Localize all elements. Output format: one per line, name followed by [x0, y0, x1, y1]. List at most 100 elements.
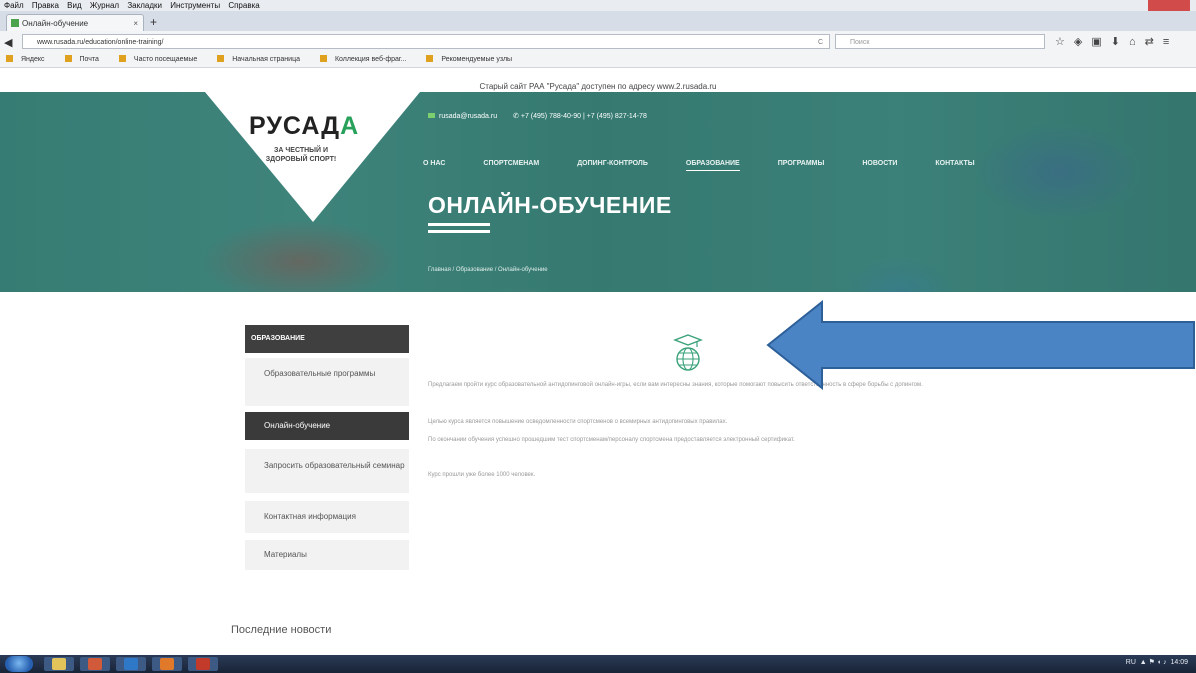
bookmarks-bar: Яндекс Почта Часто посещаемые Начальная … — [0, 53, 1196, 68]
bookmark-item[interactable]: Почта — [64, 55, 105, 63]
bookmark-icon — [319, 55, 327, 62]
bookmark-label: Начальная страница — [232, 56, 300, 63]
download-icon[interactable]: ⬇ — [1111, 36, 1129, 48]
annotation-arrow-icon — [766, 300, 1195, 390]
sidebar-item-online-training[interactable]: Онлайн-обучение — [245, 412, 409, 440]
content-paragraph: Курс прошли уже более 1000 человек. — [428, 472, 536, 478]
contact-phones: +7 (495) 788-40-90 | +7 (495) 827-14-78 — [520, 113, 647, 120]
menu-tools[interactable]: Инструменты — [170, 1, 220, 10]
bookmark-icon — [426, 55, 434, 62]
folder-icon — [52, 658, 66, 670]
bookmark-item[interactable]: Часто посещаемые — [118, 55, 203, 63]
new-tab-button[interactable]: + — [150, 15, 157, 29]
main-navigation: О НАС СПОРТСМЕНАМ ДОПИНГ-КОНТРОЛЬ ОБРАЗОВАН… — [423, 160, 1013, 171]
menu-bookmarks[interactable]: Закладки — [127, 1, 162, 10]
taskbar-firefox[interactable] — [152, 657, 182, 671]
navigation-bar: ◀ www.rusada.ru/education/online-trainin… — [0, 31, 1196, 54]
reading-list-icon[interactable]: ◈ — [1074, 36, 1091, 48]
taskbar-explorer[interactable] — [44, 657, 74, 671]
bookmark-item[interactable]: Начальная страница — [217, 55, 306, 63]
taskbar-pdf[interactable] — [188, 657, 218, 671]
pocket-icon[interactable]: ▣ — [1091, 36, 1110, 48]
tab-strip: Онлайн-обучение × + — [0, 11, 1196, 31]
sidebar-heading: ОБРАЗОВАНИЕ — [245, 325, 409, 353]
browser-menubar: Файл Правка Вид Журнал Закладки Инструме… — [0, 0, 1196, 11]
nav-education[interactable]: ОБРАЗОВАНИЕ — [685, 160, 740, 171]
logo-triangle-panel — [205, 92, 420, 222]
nav-programs[interactable]: ПРОГРАММЫ — [778, 160, 825, 167]
bookmark-icon — [118, 55, 126, 62]
star-icon[interactable]: ☆ — [1055, 36, 1074, 48]
latest-news-heading: Последние новости — [231, 624, 332, 636]
start-button[interactable] — [5, 656, 33, 672]
tab-close-icon[interactable]: × — [133, 15, 138, 32]
menu-list: Файл Правка Вид Журнал Закладки Инструме… — [4, 1, 266, 10]
nav-news[interactable]: НОВОСТИ — [862, 160, 897, 167]
nav-athletes[interactable]: СПОРТСМЕНАМ — [483, 160, 539, 167]
pdf-icon — [196, 658, 210, 670]
outlook-icon — [124, 658, 138, 670]
content-paragraph: По окончании обучения успешно прошедшим … — [428, 437, 795, 443]
contacts-bar: rusada@rusada.ru ✆ +7 (495) 788-40-90 | … — [428, 112, 647, 120]
education-sidebar: ОБРАЗОВАНИЕ Образовательные программы Он… — [245, 325, 409, 570]
tab-active[interactable]: Онлайн-обучение × — [6, 14, 144, 31]
toolbar-icons: ☆◈▣⬇⌂⇄≡ — [1055, 35, 1178, 48]
reload-icon[interactable]: C — [818, 35, 823, 50]
window-close-button[interactable] — [1148, 0, 1190, 11]
old-site-notice[interactable]: Старый сайт РАА "Русада" доступен по адр… — [0, 81, 1196, 92]
nav-doping-control[interactable]: ДОПИНГ-КОНТРОЛЬ — [577, 160, 648, 167]
menu-help[interactable]: Справка — [228, 1, 259, 10]
windows-taskbar: RU ▲ ⚑ ◖ ♪ 14:09 — [0, 655, 1196, 673]
bookmark-icon — [64, 55, 72, 62]
hamburger-menu-icon[interactable]: ≡ — [1163, 36, 1178, 48]
logo-tagline: ЗА ЧЕСТНЫЙ И ЗДОРОВЫЙ СПОРТ! — [265, 147, 337, 163]
graduation-globe-icon — [673, 334, 703, 371]
hero-banner: РУСАДА ЗА ЧЕСТНЫЙ И ЗДОРОВЫЙ СПОРТ! rusa… — [0, 92, 1196, 292]
page-title: ОНЛАЙН-ОБУЧЕНИЕ — [428, 192, 672, 218]
bookmark-icon — [6, 55, 13, 62]
phone-icon: ✆ — [513, 113, 519, 120]
title-underline-decoration — [428, 223, 490, 237]
mail-icon — [428, 113, 435, 118]
logo-text-main: РУСАД — [249, 112, 341, 140]
favicon-icon — [11, 19, 19, 27]
bookmark-label: Яндекс — [21, 56, 45, 63]
bookmark-label: Почта — [79, 56, 99, 63]
bookmark-label: Часто посещаемые — [133, 56, 198, 63]
bookmark-item[interactable]: Коллекция веб-фраг... — [319, 55, 412, 63]
language-indicator[interactable]: RU — [1126, 659, 1136, 666]
url-text: www.rusada.ru/education/online-training/ — [37, 39, 164, 46]
nav-about[interactable]: О НАС — [423, 160, 445, 167]
menu-file[interactable]: Файл — [4, 1, 24, 10]
tab-title: Онлайн-обучение — [22, 19, 89, 28]
system-tray: RU ▲ ⚑ ◖ ♪ 14:09 — [1125, 659, 1188, 666]
taskbar-outlook[interactable] — [116, 657, 146, 671]
menu-view[interactable]: Вид — [67, 1, 81, 10]
menu-history[interactable]: Журнал — [90, 1, 119, 10]
logo[interactable]: РУСАДА — [249, 112, 359, 141]
breadcrumb[interactable]: Главная / Образование / Онлайн-обучение — [428, 267, 548, 273]
sidebar-item-request-seminar[interactable]: Запросить образовательный семинар — [245, 449, 409, 493]
search-input[interactable]: Поиск — [835, 34, 1045, 49]
bookmark-label: Рекомендуемые узлы — [441, 56, 513, 63]
bookmark-label: Коллекция веб-фраг... — [334, 56, 407, 63]
firefox-icon — [160, 658, 174, 670]
nav-contacts[interactable]: КОНТАКТЫ — [935, 160, 974, 167]
contact-email[interactable]: rusada@rusada.ru — [439, 113, 497, 120]
taskbar-media[interactable] — [80, 657, 110, 671]
home-icon[interactable]: ⌂ — [1129, 36, 1145, 48]
media-icon — [88, 658, 102, 670]
sidebar-item-programs[interactable]: Образовательные программы — [245, 358, 409, 406]
content-paragraph: Целью курса является повышение осведомле… — [428, 419, 728, 425]
menu-edit[interactable]: Правка — [32, 1, 59, 10]
sync-icon[interactable]: ⇄ — [1145, 36, 1163, 48]
sidebar-item-materials[interactable]: Материалы — [245, 540, 409, 570]
back-arrow-icon[interactable]: ◀ — [4, 36, 12, 49]
bookmark-item[interactable]: Рекомендуемые узлы — [426, 55, 518, 63]
sidebar-item-contact-info[interactable]: Контактная информация — [245, 501, 409, 533]
bookmark-icon — [217, 55, 225, 62]
logo-text-accent: А — [340, 112, 360, 140]
address-bar[interactable]: www.rusada.ru/education/online-training/… — [22, 34, 830, 49]
clock[interactable]: 14:09 — [1170, 659, 1188, 666]
bookmark-item[interactable]: Яндекс — [6, 55, 51, 63]
